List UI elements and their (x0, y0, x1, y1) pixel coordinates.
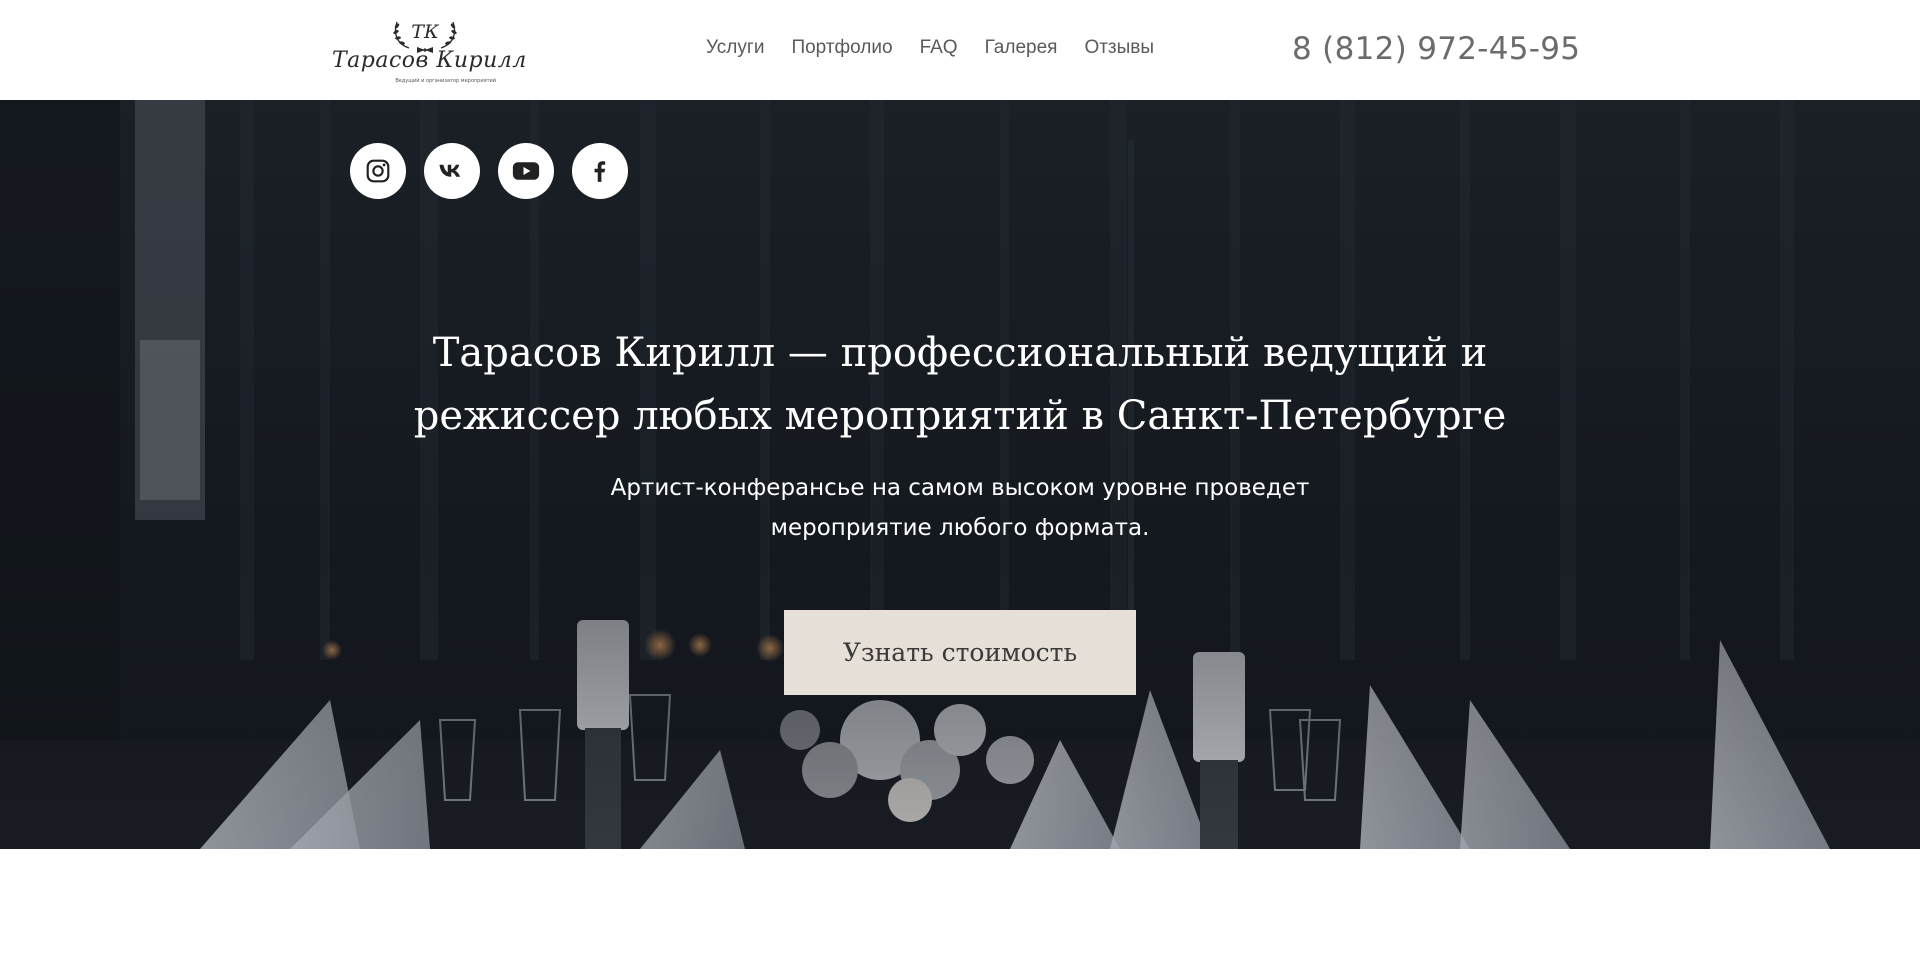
social-links (350, 143, 646, 199)
youtube-icon (512, 162, 540, 180)
instagram-link[interactable] (350, 143, 406, 199)
hero-subtitle: Артист-конферансье на самом высоком уров… (610, 475, 1310, 541)
nav-item-portfolio[interactable]: Портфолио (791, 37, 892, 59)
get-price-button[interactable]: Узнать стоимость (784, 610, 1136, 695)
logo[interactable]: ТК Тарасов Кирилл Ведущий и организатор … (332, 12, 527, 88)
nav-item-reviews[interactable]: Отзывы (1084, 37, 1154, 59)
main-nav: Услуги Портфолио FAQ Галерея Отзывы (706, 37, 1154, 59)
facebook-icon (594, 161, 606, 182)
vk-icon (439, 164, 460, 177)
site-header: ТК Тарасов Кирилл Ведущий и организатор … (0, 0, 1920, 100)
instagram-icon (366, 159, 390, 183)
youtube-link[interactable] (498, 143, 554, 199)
nav-item-services[interactable]: Услуги (706, 37, 764, 59)
phone-link[interactable]: 8 (812) 972-45-95 (1292, 31, 1580, 67)
hero-section: Тарасов Кирилл — профессиональный ведущи… (0, 100, 1920, 849)
nav-item-gallery[interactable]: Галерея (985, 37, 1058, 59)
logo-name: Тарасов Кирилл (332, 48, 527, 73)
facebook-link[interactable] (572, 143, 628, 199)
hero-title: Тарасов Кирилл — профессиональный ведущи… (413, 330, 1507, 439)
vk-link[interactable] (424, 143, 480, 199)
nav-item-faq[interactable]: FAQ (920, 37, 958, 59)
logo-monogram: ТК (411, 21, 440, 43)
logo-tagline: Ведущий и организатор мероприятий (395, 78, 496, 84)
